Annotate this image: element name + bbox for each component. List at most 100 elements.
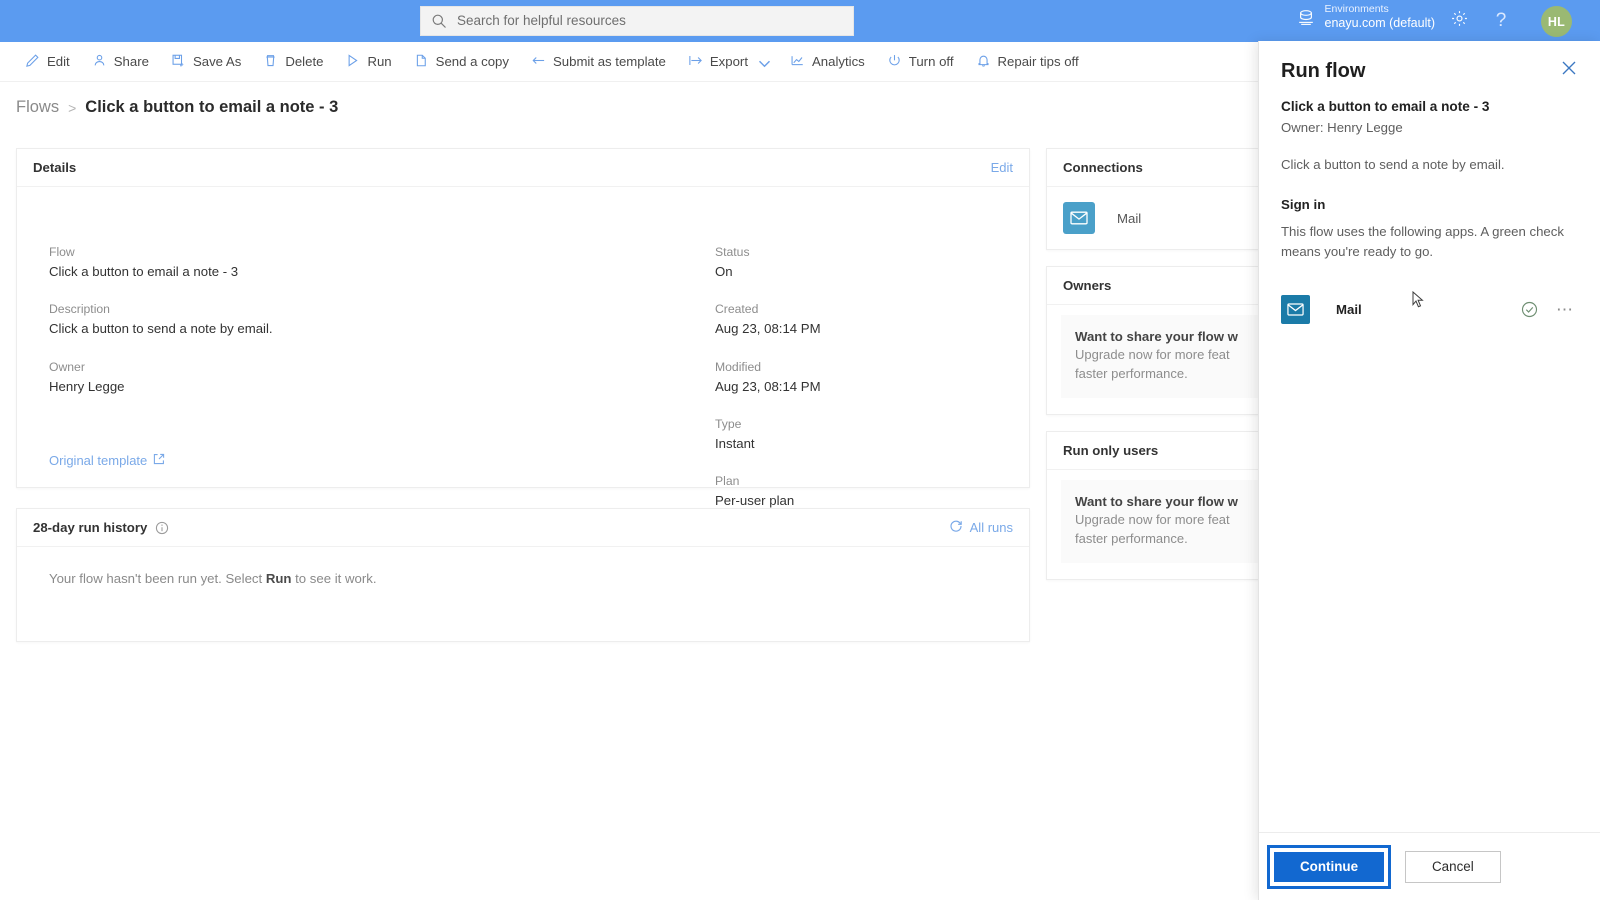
mail-icon [1281,295,1310,325]
field-description-label: Description [49,302,110,317]
field-plan: Plan Per-user plan [715,472,821,511]
field-created: Created Aug 23, 08:14 PM [715,300,821,339]
field-flow: Flow Click a button to email a note - 3 [49,243,273,282]
run-flow-connection-row[interactable]: Mail ⋯ [1281,290,1578,325]
field-type: Type Instant [715,415,821,454]
repair-tips-label: Repair tips off [997,54,1079,69]
copy-icon [414,53,429,71]
pencil-icon [25,53,40,71]
field-description: Description Click a button to send a not… [49,300,273,339]
play-icon [345,53,360,71]
run-history-card: 28-day run history All runs Your flow ha… [16,508,1030,642]
field-flow-value: Click a button to email a note - 3 [49,263,239,279]
page-title: Click a button to email a note - 3 [85,98,339,116]
help-button[interactable]: ? [1488,8,1514,34]
export-icon [688,53,703,71]
run-history-title: 28-day run history [33,520,148,535]
turn-off-label: Turn off [908,54,954,69]
all-runs-label: All runs [969,520,1013,535]
field-description-value: Click a button to send a note by email. [49,321,273,337]
submit-as-template-button[interactable]: Submit as template [520,42,677,82]
send-a-copy-label: Send a copy [435,54,509,69]
export-button[interactable]: Export [677,42,779,82]
more-icon[interactable]: ⋯ [1556,301,1574,318]
repair-tips-button[interactable]: Repair tips off [965,42,1090,82]
field-created-value: Aug 23, 08:14 PM [715,321,821,337]
global-search-box[interactable]: Search for helpful resources [420,6,854,36]
details-card: Details Edit Flow Click a button to emai… [16,148,1030,508]
run-history-header: 28-day run history All runs [17,509,1029,547]
environment-label: Environments [1324,3,1389,15]
breadcrumb-flows-link[interactable]: Flows [16,98,59,117]
avatar[interactable]: HL [1541,6,1572,37]
run-label: Run [367,54,392,69]
breadcrumb: Flows > Click a button to email a note -… [16,98,338,117]
settings-button[interactable] [1446,8,1472,34]
field-type-label: Type [715,417,742,432]
cancel-button[interactable]: Cancel [1405,850,1501,883]
run-flow-connection-name: Mail [1336,302,1362,318]
run-history-empty-suffix: to see it work. [291,571,377,586]
analytics-label: Analytics [812,54,865,69]
field-status-label: Status [715,245,750,259]
field-owner: Owner Henry Legge [49,358,273,397]
analytics-button[interactable]: Analytics [779,42,876,82]
all-runs-link[interactable]: All runs [949,519,1013,536]
share-label: Share [113,54,149,69]
details-body: Flow Click a button to email a note - 3 … [17,187,1029,508]
field-type-value: Instant [715,435,755,451]
turn-off-button[interactable]: Turn off [876,42,965,82]
export-label: Export [709,54,748,69]
analytics-icon [790,53,805,71]
submit-template-icon [531,53,546,71]
delete-label: Delete [285,54,324,69]
run-flow-owner: Owner: Henry Legge [1281,120,1403,135]
question-mark-icon: ? [1495,10,1507,31]
run-flow-panel-title: Run flow [1281,60,1366,82]
environment-text: Environments enayu.com (default) [1325,3,1435,32]
field-status: Status On [715,243,821,282]
share-button[interactable]: Share [81,42,160,82]
run-history-title-wrap: 28-day run history [33,520,169,535]
edit-button[interactable]: Edit [14,42,81,82]
details-card-header: Details Edit [17,149,1029,187]
close-icon[interactable] [1560,59,1578,77]
sign-in-note: This flow uses the following apps. A gre… [1281,223,1564,260]
field-modified: Modified Aug 23, 08:14 PM [715,358,821,397]
info-icon[interactable] [155,521,169,535]
environment-icon [1296,7,1316,27]
environment-value: enayu.com (default) [1324,16,1435,31]
field-status-value: On [715,263,733,279]
power-automate-flow-detail-page: Search for helpful resources Environment… [0,0,1600,900]
field-modified-value: Aug 23, 08:14 PM [715,378,821,394]
run-flow-panel-body: Run flow Click a button to email a note … [1259,41,1600,832]
connections-title: Connections [1063,160,1143,175]
save-as-button[interactable]: Save As [160,42,252,82]
details-right-column: Status On Created Aug 23, 08:14 PM Modif… [715,243,821,530]
save-as-label: Save As [192,54,242,69]
continue-button-focus-ring: Continue [1267,844,1392,889]
refresh-icon [949,519,963,536]
trash-icon [263,53,278,71]
field-created-label: Created [715,302,759,317]
run-history-empty-prefix: Your flow hasn't been run yet. Select [49,571,266,586]
field-flow-label: Flow [49,245,75,259]
details-edit-link[interactable]: Edit [991,160,1013,175]
delete-button[interactable]: Delete [252,42,334,82]
sign-in-heading: Sign in [1281,196,1326,212]
environment-selector[interactable]: Environments enayu.com (default) [1296,3,1435,32]
connection-name[interactable]: Mail [1117,211,1141,226]
run-button[interactable]: Run [334,42,402,82]
mail-icon [1063,202,1095,234]
run-flow-panel-header: Run flow [1281,59,1578,81]
original-template-link[interactable]: Original template [49,453,165,468]
run-flow-name: Click a button to email a note - 3 [1281,99,1490,114]
top-header-bar: Search for helpful resources Environment… [0,0,1600,42]
run-only-users-title: Run only users [1063,442,1159,458]
edit-label: Edit [47,54,70,69]
continue-button[interactable]: Continue [1274,851,1385,882]
field-owner-value: Henry Legge [49,378,125,394]
run-flow-panel: Run flow Click a button to email a note … [1258,41,1600,900]
run-history-empty-state: Your flow hasn't been run yet. Select Ru… [17,547,1029,610]
send-a-copy-button[interactable]: Send a copy [403,42,520,82]
